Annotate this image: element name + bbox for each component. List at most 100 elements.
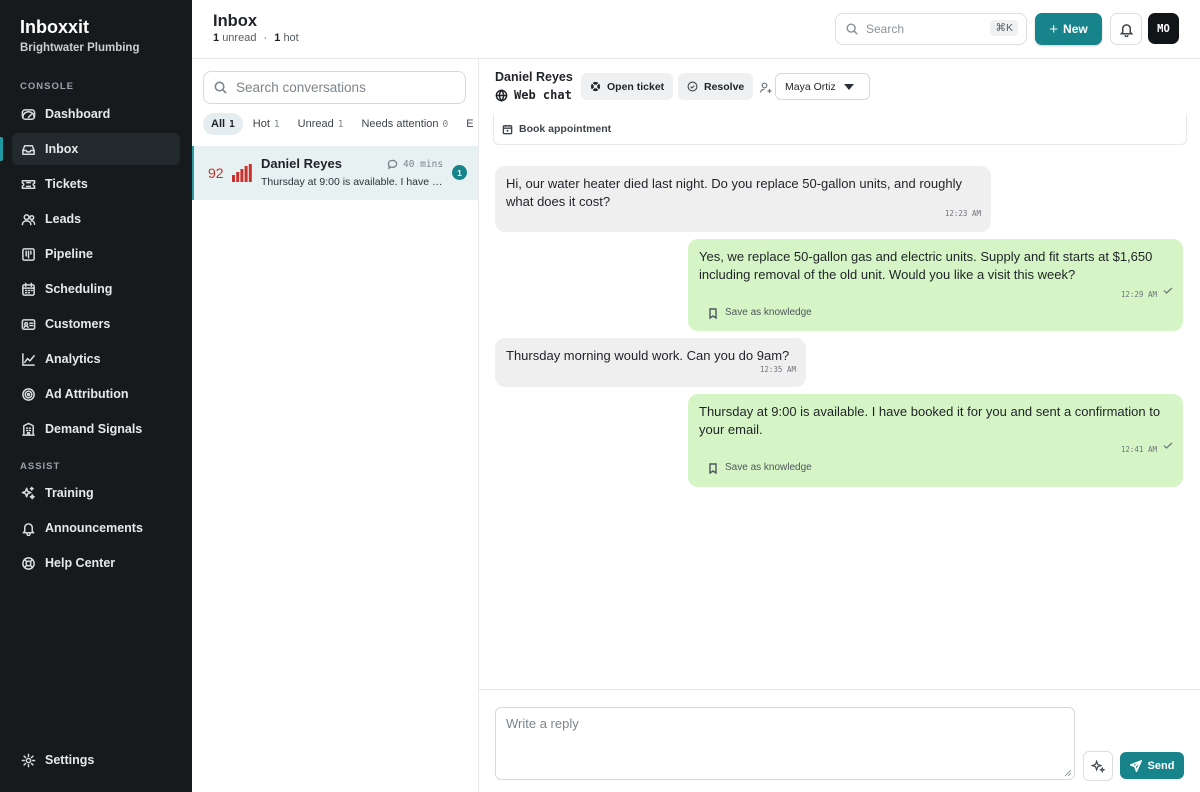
check-icon: [1163, 287, 1173, 294]
open-ticket-label: Open ticket: [607, 80, 665, 93]
contact-name: Daniel Reyes: [495, 70, 573, 84]
calendar-icon: [20, 281, 36, 297]
sidebar-item-scheduling[interactable]: Scheduling: [12, 273, 180, 305]
message-outgoing: Yes, we replace 50-gallon gas and electr…: [688, 239, 1183, 331]
org-name: Brightwater Plumbing: [20, 42, 140, 54]
message-time: 12:23 AM: [944, 209, 981, 218]
sidebar-item-dashboard[interactable]: Dashboard: [12, 98, 180, 130]
assignee-select[interactable]: Maya Ortiz: [775, 73, 870, 100]
filter-label: Needs attention: [361, 118, 439, 130]
section-label-console: CONSOLE: [20, 81, 74, 92]
filter-tabs: All 1 Hot 1 Unread 1 Needs attention 0 E: [203, 113, 479, 135]
sidebar-item-label: Announcements: [45, 521, 143, 535]
hot-count: 1: [274, 32, 281, 44]
active-indicator: [0, 137, 3, 161]
sidebar-item-customers[interactable]: Customers: [12, 308, 180, 340]
filter-label: All: [211, 118, 226, 130]
line-chart-icon: [20, 351, 36, 367]
sidebar-item-label: Analytics: [45, 352, 101, 366]
new-button[interactable]: + New: [1035, 13, 1102, 45]
conversation-search-placeholder: Search conversations: [236, 80, 366, 95]
inbox-icon: [20, 141, 36, 157]
resize-handle-icon[interactable]: [1064, 769, 1072, 777]
reply-input[interactable]: Write a reply: [495, 707, 1075, 780]
sidebar-item-help-center[interactable]: Help Center: [12, 547, 180, 579]
sidebar-item-label: Demand Signals: [45, 422, 143, 436]
sidebar-item-label: Ad Attribution: [45, 387, 129, 401]
message-incoming: Hi, our water heater died last night. Do…: [495, 166, 991, 232]
sparkles-icon: [1090, 759, 1105, 773]
conversation-search-input[interactable]: Search conversations: [203, 71, 466, 104]
unread-count: 1: [213, 32, 220, 44]
resolve-button[interactable]: Resolve: [678, 73, 754, 100]
filter-count: 1: [337, 118, 344, 130]
sidebar-item-leads[interactable]: Leads: [12, 203, 180, 235]
unread-badge: 1: [452, 165, 467, 180]
message-outgoing: Thursday at 9:00 is available. I have bo…: [688, 394, 1183, 487]
conversation-list-pane: Search conversations All 1 Hot 1 Unread …: [192, 59, 479, 792]
filter-tab-needs-attention[interactable]: Needs attention 0: [353, 113, 456, 135]
message-time: 12:41 AM: [1120, 445, 1157, 454]
new-button-label: New: [1063, 22, 1088, 36]
sidebar-item-ad-attribution[interactable]: Ad Attribution: [12, 378, 180, 410]
notifications-button[interactable]: [1110, 13, 1142, 45]
sidebar-item-label: Training: [45, 486, 94, 500]
sidebar-item-training[interactable]: Training: [12, 477, 180, 509]
sidebar-item-inbox[interactable]: Inbox: [12, 133, 180, 165]
user-assign-icon: [759, 82, 772, 93]
filter-tab-truncated[interactable]: E: [458, 113, 479, 135]
sidebar-item-label: Settings: [45, 753, 95, 767]
chat-bubble-icon: [387, 159, 398, 170]
sidebar-item-pipeline[interactable]: Pipeline: [12, 238, 180, 270]
sidebar-item-tickets[interactable]: Tickets: [12, 168, 180, 200]
global-search-input[interactable]: Search ⌘K: [835, 13, 1027, 45]
filter-tab-all[interactable]: All 1: [203, 113, 243, 135]
ai-assist-button[interactable]: [1083, 751, 1113, 781]
save-as-knowledge-button[interactable]: Save as knowledge: [708, 459, 812, 477]
sidebar-item-demand-signals[interactable]: Demand Signals: [12, 413, 180, 445]
section-label-assist: ASSIST: [20, 461, 61, 472]
filter-count: 1: [229, 118, 235, 130]
conversation-row[interactable]: 92 Daniel Reyes 40 mins Thursday at 9:00…: [192, 146, 478, 200]
user-avatar[interactable]: MO: [1148, 13, 1179, 44]
book-appointment-button[interactable]: Book appointment: [493, 114, 1187, 145]
bell-icon: [1119, 23, 1133, 37]
filter-tab-hot[interactable]: Hot 1: [245, 113, 288, 135]
search-icon: [846, 23, 858, 35]
filter-tab-unread[interactable]: Unread 1: [290, 113, 352, 135]
save-as-knowledge-button[interactable]: Save as knowledge: [708, 304, 812, 322]
inbox-summary: 1 unread · 1 hot: [213, 32, 299, 44]
sidebar-item-settings[interactable]: Settings: [12, 744, 180, 776]
send-button[interactable]: Send: [1120, 752, 1184, 779]
send-label: Send: [1147, 759, 1175, 772]
id-card-icon: [20, 316, 36, 332]
bookmark-icon: [709, 307, 717, 319]
message-text: Yes, we replace 50-gallon gas and electr…: [699, 249, 1153, 282]
signal-bars-icon: [232, 164, 252, 182]
calendar-plus-icon: [502, 124, 513, 134]
gauge-icon: [20, 106, 36, 122]
message-text: Hi, our water heater died last night. Do…: [506, 176, 962, 209]
open-ticket-button[interactable]: Open ticket: [581, 73, 674, 100]
sidebar-item-announcements[interactable]: Announcements: [12, 512, 180, 544]
lead-score: 92: [208, 165, 224, 181]
book-appointment-label: Book appointment: [519, 123, 612, 135]
brand-logo-text[interactable]: Inboxxit: [20, 17, 89, 38]
channel-name: Web chat: [514, 88, 572, 102]
search-shortcut-badge: ⌘K: [990, 20, 1018, 36]
message-incoming: Thursday morning would work. Can you do …: [495, 338, 806, 387]
kanban-icon: [20, 246, 36, 262]
sidebar-item-label: Scheduling: [45, 282, 113, 296]
message-time: 12:35 AM: [759, 365, 796, 374]
search-icon: [214, 81, 227, 94]
unread-label: unread: [222, 32, 257, 44]
conversation-preview: Thursday at 9:00 is available. I have bo…: [261, 176, 444, 188]
channel-label: Web chat: [495, 88, 572, 102]
plus-icon: +: [1049, 20, 1059, 38]
ticket-icon: [20, 176, 36, 192]
bookmark-icon: [709, 462, 717, 474]
sidebar-item-analytics[interactable]: Analytics: [12, 343, 180, 375]
composer-divider: [479, 689, 1200, 690]
conversation-time: 40 mins: [387, 159, 443, 170]
check-circle-icon: [687, 81, 698, 92]
